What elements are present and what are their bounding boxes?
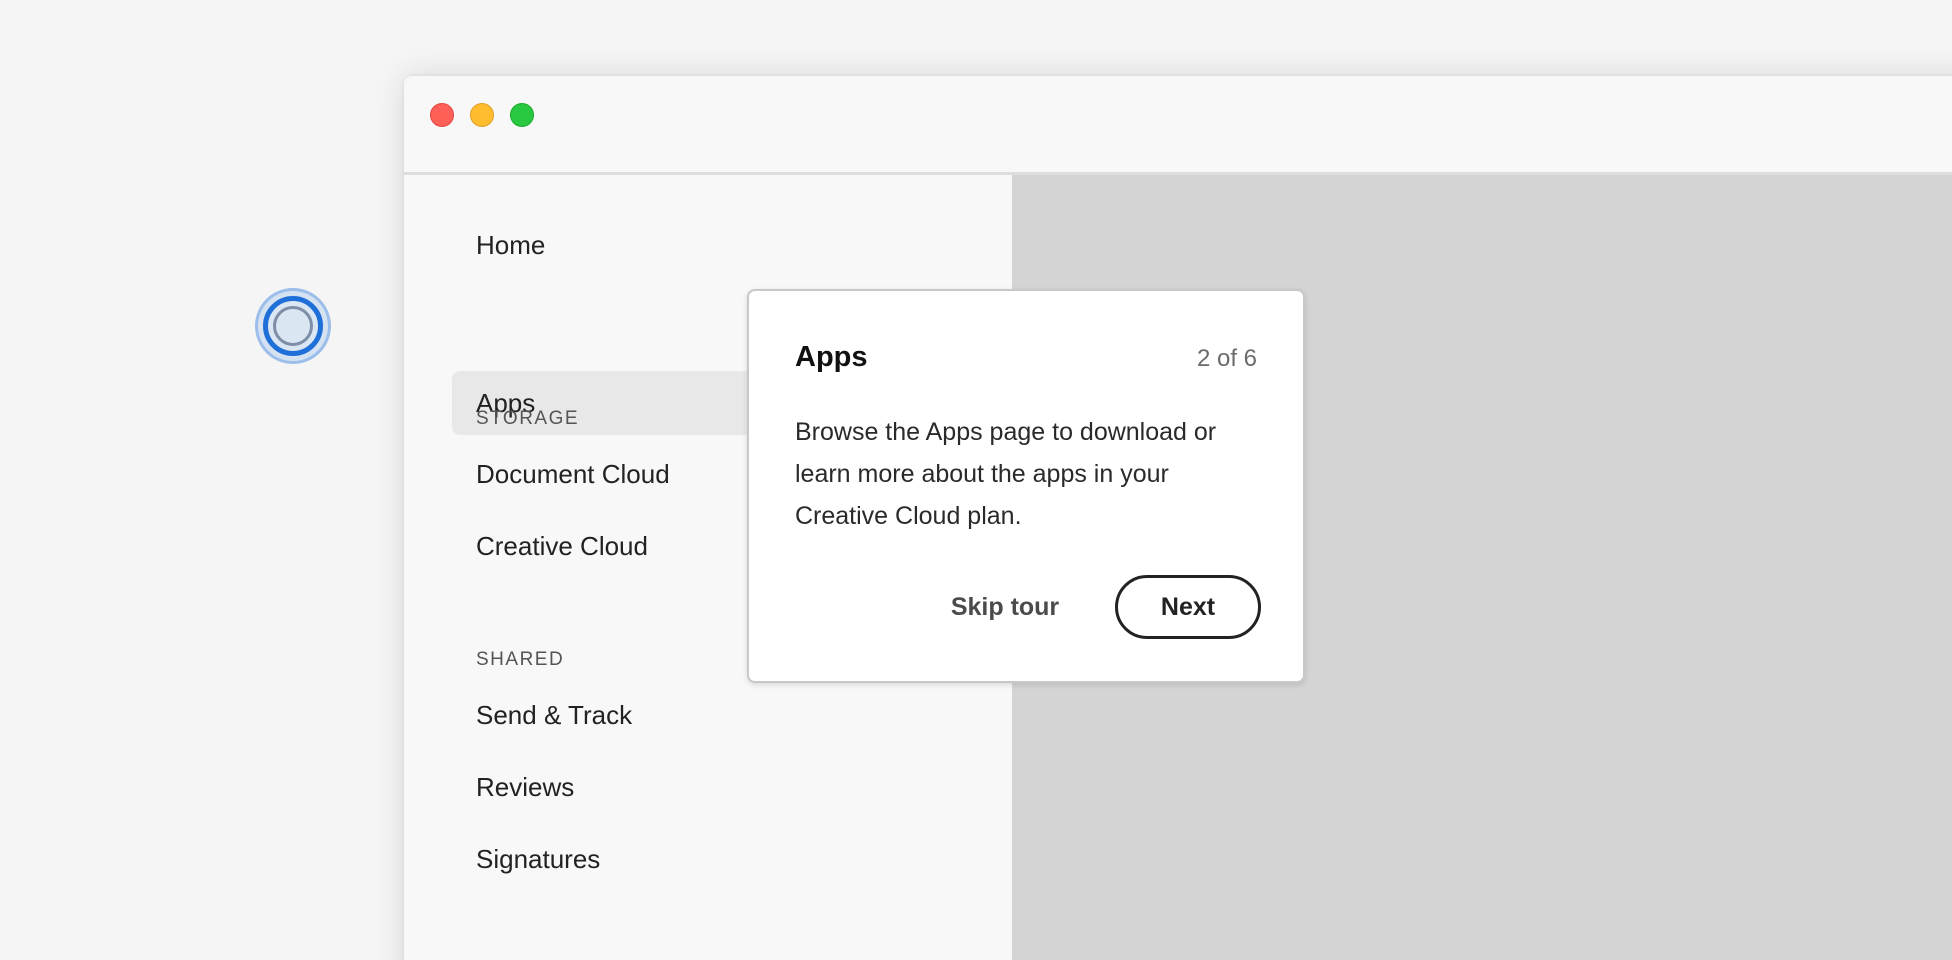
sidebar-item-label: Reviews	[476, 772, 575, 802]
sidebar-item-label: Signatures	[476, 844, 601, 874]
sidebar-item-reviews[interactable]: Reviews	[452, 755, 1012, 819]
sidebar-item-signatures[interactable]: Signatures	[452, 827, 1012, 891]
sidebar-item-label: Home	[476, 230, 546, 260]
skip-tour-button[interactable]: Skip tour	[935, 575, 1075, 639]
section-label-shared: SHARED	[476, 649, 565, 670]
sidebar-item-label: Send & Track	[476, 700, 633, 730]
title-bar	[404, 76, 1952, 175]
minimize-window-button[interactable]	[470, 103, 494, 127]
section-label-storage: STORAGE	[476, 408, 580, 429]
beacon-outer-ring	[263, 296, 323, 356]
next-button[interactable]: Next	[1115, 575, 1261, 639]
coachmark-description: Browse the Apps page to download or lear…	[795, 418, 1217, 530]
coachmark-title: Apps	[795, 341, 868, 373]
coachmark-popover: Apps 2 of 6 Browse the Apps page to down…	[747, 289, 1305, 683]
desktop-background: Home Apps STORAGE Document Cloud Creativ…	[0, 0, 1952, 960]
coachmark-beacon-icon[interactable]	[255, 288, 331, 364]
sidebar-item-home[interactable]: Home	[452, 213, 1012, 277]
zoom-window-button[interactable]	[510, 103, 534, 127]
coachmark-step-indicator: 2 of 6	[1196, 345, 1257, 372]
beacon-inner-ring	[273, 306, 313, 346]
close-window-button[interactable]	[430, 103, 454, 127]
sidebar-item-send-track[interactable]: Send & Track	[452, 683, 1012, 747]
sidebar-item-label: Creative Cloud	[476, 531, 648, 561]
sidebar-item-label: Document Cloud	[476, 459, 670, 489]
